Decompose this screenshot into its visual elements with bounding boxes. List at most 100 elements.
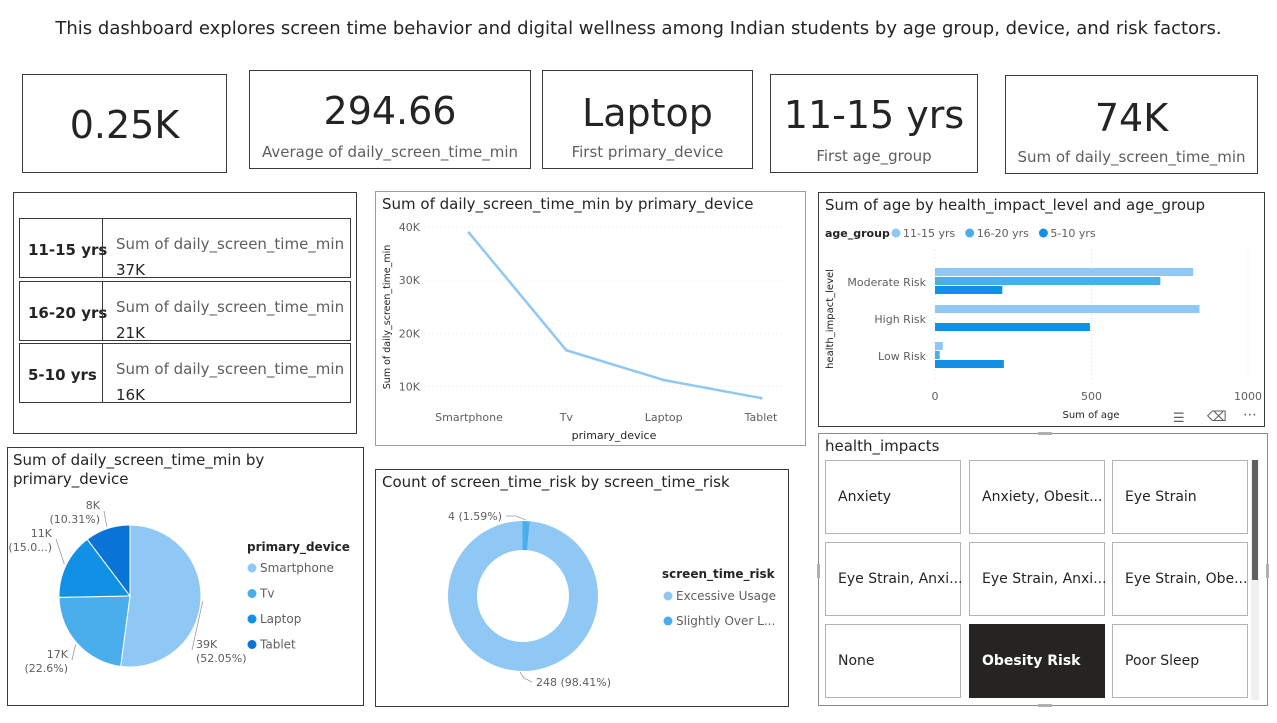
resize-handle[interactable]: [1038, 432, 1052, 435]
x-axis-title: primary_device: [572, 429, 657, 442]
kpi-value: 11-15 yrs: [783, 93, 965, 137]
age-group-label: 16-20 yrs: [28, 304, 108, 322]
slicer-tile[interactable]: Eye Strain, Obe...: [1112, 542, 1248, 616]
bar: [935, 268, 1194, 276]
slicer-tile[interactable]: Anxiety, Obesit...: [969, 460, 1105, 534]
kpi-card-sum-screen-time[interactable]: 74K Sum of daily_screen_time_min: [1005, 75, 1258, 174]
metric-value: 37K: [116, 261, 145, 279]
donut-chart-visual[interactable]: Count of screen_time_risk by screen_time…: [375, 469, 789, 707]
legend-marker: [965, 228, 975, 238]
data-label: (10.31%): [49, 513, 100, 526]
legend-marker: [1038, 228, 1048, 238]
slicer-scrollbar-thumb[interactable]: [1252, 460, 1258, 580]
legend-label: Smartphone: [260, 561, 334, 575]
leader-line: [519, 671, 533, 683]
kpi-card-avg-screen-time[interactable]: 294.66 Average of daily_screen_time_min: [249, 70, 531, 169]
slicer-tile-label: Eye Strain, Anxi...: [982, 571, 1107, 587]
legend-marker: [663, 591, 673, 601]
kpi-label: Sum of daily_screen_time_min: [1017, 148, 1246, 166]
bar: [935, 360, 1004, 368]
age-group-label: 11-15 yrs: [28, 241, 108, 259]
leader-line: [71, 644, 76, 661]
pie-slice: [58, 595, 131, 667]
kpi-value: Laptop: [582, 91, 713, 135]
y-tick-label: 40K: [399, 221, 421, 234]
y-tick-label: High Risk: [874, 313, 926, 326]
bar: [935, 286, 1003, 294]
legend-label: Excessive Usage: [676, 589, 776, 603]
slicer-tile[interactable]: Anxiety: [825, 460, 961, 534]
slicer-tile-label: Eye Strain, Anxi...: [838, 571, 963, 587]
metric-label: Sum of daily_screen_time_min: [116, 298, 345, 316]
data-label: (15.0...): [8, 541, 52, 554]
resize-handle[interactable]: [1038, 704, 1052, 707]
x-axis-title: Sum of age: [1062, 410, 1119, 421]
x-tick-label: Tablet: [744, 411, 778, 424]
x-tick-label: Smartphone: [435, 411, 503, 424]
y-tick-label: Moderate Risk: [847, 276, 926, 289]
multi-row-item: 16-20 yrs Sum of daily_screen_time_min 2…: [19, 281, 351, 342]
metric-label: Sum of daily_screen_time_min: [116, 235, 345, 253]
multi-row-item: 11-15 yrs Sum of daily_screen_time_min 3…: [19, 218, 351, 279]
legend-label: 11-15 yrs: [903, 227, 955, 240]
data-label: 39K: [196, 638, 218, 651]
y-tick-label: 30K: [399, 274, 421, 287]
multi-row-card[interactable]: 11-15 yrs Sum of daily_screen_time_min 3…: [13, 192, 357, 434]
leader-line: [103, 510, 108, 527]
bar-chart: age_group 11-15 yrs 16-20 yrs 5-10 yrs 0 500 1…: [825, 227, 1262, 421]
legend-marker: [663, 616, 673, 626]
slicer-tile[interactable]: Eye Strain, Anxi...: [825, 542, 963, 616]
data-label: (52.05%): [196, 652, 247, 665]
kpi-card-first-device[interactable]: Laptop First primary_device: [542, 70, 753, 169]
resize-handle[interactable]: [817, 564, 820, 578]
kpi-label: First primary_device: [571, 143, 724, 161]
kpi-value: 0.25K: [69, 103, 180, 147]
health-impacts-slicer[interactable]: health_impacts Anxiety Anxiety, Obesit..…: [817, 432, 1269, 707]
kpi-label: First age_group: [816, 147, 932, 165]
y-tick-label: 20K: [399, 327, 421, 340]
legend-label: Laptop: [260, 612, 301, 626]
kpi-value: 74K: [1094, 96, 1169, 140]
slicer-tile[interactable]: None: [825, 624, 961, 698]
pie-chart-visual[interactable]: Sum of daily_screen_time_min by primary_…: [7, 447, 364, 706]
legend-title: primary_device: [247, 540, 350, 555]
slicer-tile[interactable]: Eye Strain, Anxi...: [969, 542, 1107, 616]
eraser-icon[interactable]: ⌫: [1207, 409, 1227, 425]
data-label: 17K: [47, 648, 69, 661]
leader-line: [506, 515, 527, 521]
legend-marker: [247, 640, 257, 649]
x-tick-label: Laptop: [645, 411, 683, 424]
metric-value: 21K: [116, 324, 145, 342]
legend-marker: [247, 614, 257, 624]
metric-label: Sum of daily_screen_time_min: [116, 360, 345, 378]
slicer-tile-label: Eye Strain: [1125, 489, 1197, 505]
slicer-tile[interactable]: Poor Sleep: [1112, 624, 1248, 698]
bar-chart-visual[interactable]: Sum of age by health_impact_level and ag…: [818, 192, 1265, 427]
kpi-card-first-age-group[interactable]: 11-15 yrs First age_group: [770, 74, 978, 173]
slicer-title: health_impacts: [825, 437, 940, 455]
slicer-tile-selected[interactable]: Obesity Risk: [969, 624, 1105, 698]
data-label: 248 (98.41%): [536, 676, 611, 689]
data-point: [662, 378, 666, 382]
metric-value: 16K: [116, 386, 145, 404]
legend-label: Slightly Over L...: [676, 614, 775, 628]
kpi-card-count[interactable]: 0.25K: [22, 74, 227, 173]
bar: [935, 305, 1200, 313]
legend-label: 5-10 yrs: [1050, 227, 1095, 240]
line-chart-visual[interactable]: Sum of daily_screen_time_min by primary_…: [375, 191, 806, 446]
bar: [935, 323, 1090, 331]
data-point: [759, 396, 763, 400]
filter-icon[interactable]: ☰: [1173, 411, 1185, 426]
y-axis-title: Sum of daily_screen_time_min: [382, 245, 393, 389]
legend-marker: [247, 589, 257, 598]
slicer-tile[interactable]: Eye Strain: [1112, 460, 1248, 534]
age-group-label: 5-10 yrs: [28, 366, 97, 384]
pie-chart: 39K(52.05%) 17K(22.6%) 11K(15.0...) 8K(10.3…: [8, 499, 350, 675]
slicer-tile-label: Obesity Risk: [982, 653, 1081, 669]
more-options-icon[interactable]: ⋯: [1243, 407, 1257, 423]
kpi-value: 294.66: [323, 89, 457, 133]
resize-handle[interactable]: [1266, 564, 1269, 578]
kpi-label: Average of daily_screen_time_min: [261, 143, 519, 161]
legend-label: Tablet: [259, 638, 296, 652]
y-axis-title: health_impact_level: [825, 269, 836, 369]
